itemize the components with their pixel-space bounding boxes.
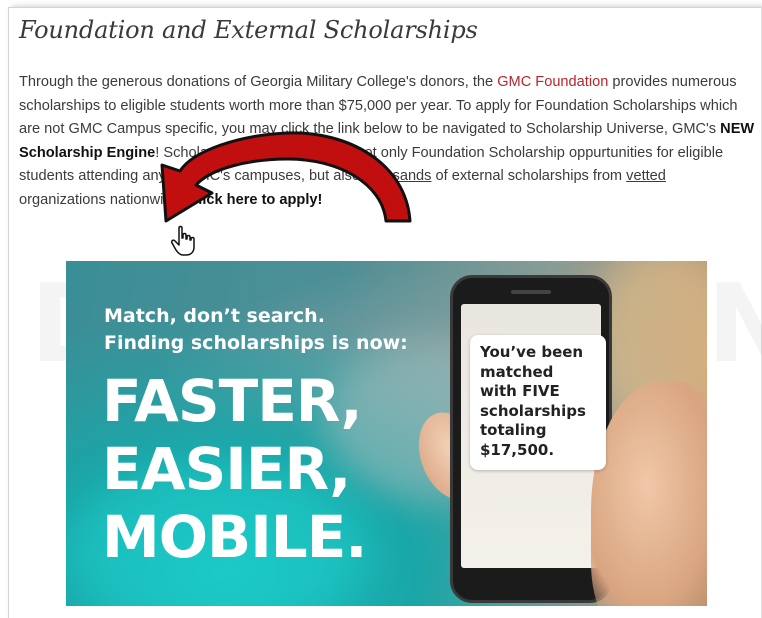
match-message-bubble: You’ve been matched with FIVE scholarshi… xyxy=(470,335,606,470)
message-line-4: scholarships xyxy=(480,401,586,420)
banner-word-mobile: MOBILE. xyxy=(102,503,367,571)
paragraph-text-1: Through the generous donations of Georgi… xyxy=(19,74,498,90)
paragraph-text-4: of external scholarships from xyxy=(431,168,627,184)
hand-pointer-icon xyxy=(171,225,195,256)
vetted-text: vetted xyxy=(626,168,666,184)
banner-tagline: Match, don’t search. Finding scholarship… xyxy=(104,303,408,357)
page-title: Foundation and External Scholarships xyxy=(19,16,478,44)
scholarship-universe-banner: Match, don’t search. Finding scholarship… xyxy=(66,261,707,606)
message-line-3: with FIVE xyxy=(480,382,560,400)
tagline-line-2: Finding scholarships is now: xyxy=(104,332,408,354)
tagline-line-1: Match, don’t search. xyxy=(104,305,325,327)
phone-speaker xyxy=(511,290,551,294)
gmc-foundation-link[interactable]: GMC Foundation xyxy=(497,74,608,90)
message-line-6: $17,500. xyxy=(480,440,555,459)
message-line-5: totaling xyxy=(480,421,547,439)
banner-word-faster: FASTER, xyxy=(102,367,363,435)
message-line-2: matched xyxy=(480,362,554,381)
banner-word-easier: EASIER, xyxy=(102,435,351,503)
message-line-1: You’ve been xyxy=(480,343,584,361)
